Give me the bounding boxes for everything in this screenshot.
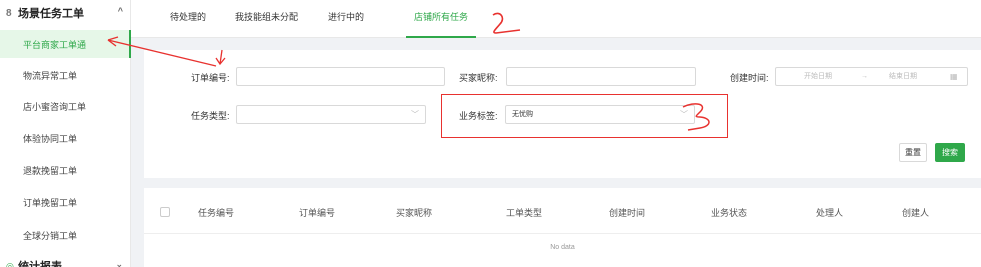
column-header: 任务编号 (198, 208, 235, 218)
biz-tag-select[interactable]: 无忧购 ﹀ (505, 105, 695, 124)
biz-tag-label: 业务标签: (459, 111, 498, 121)
tab-bar: 待处理的 我技能组未分配 进行中的 店铺所有任务 (131, 0, 981, 38)
column-header: 工单类型 (506, 208, 543, 218)
biz-tag-value: 无忧购 (512, 111, 533, 118)
sidebar-item-global-distribution[interactable]: 全球分销工单 (0, 221, 131, 249)
tab-unassigned[interactable]: 我技能组未分配 (235, 0, 298, 38)
table-header: 任务编号 订单编号 买家昵称 工单类型 创建时间 业务状态 处理人 创建人 (144, 188, 981, 234)
sidebar-item-label: 退款挽留工单 (23, 165, 78, 176)
sidebar-item-refund-retain[interactable]: 退款挽留工单 (0, 156, 131, 184)
date-range-picker[interactable]: 开始日期 → 结束日期 ▦ (775, 67, 968, 86)
sidebar-item-label: 订单挽留工单 (23, 197, 78, 208)
tab-pending[interactable]: 待处理的 (170, 0, 206, 38)
sidebar-item-label: 物流异常工单 (23, 70, 78, 81)
column-header: 创建时间 (609, 208, 646, 218)
chevron-down-icon: ⌄ (115, 259, 123, 267)
page: 8 场景任务工单 ^ 平台商家工单通 物流异常工单 店小蜜咨询工单 体验协同工单… (0, 0, 981, 267)
column-header: 业务状态 (711, 208, 748, 218)
chevron-up-icon: ^ (117, 6, 123, 16)
ticket-icon: 8 (6, 7, 12, 19)
reset-button[interactable]: 重置 (899, 143, 927, 162)
sidebar-item-label: 体验协同工单 (23, 133, 78, 144)
buyer-nick-input[interactable] (506, 67, 696, 86)
buyer-nick-label: 买家昵称: (459, 73, 498, 83)
chevron-down-icon: ﹀ (411, 110, 419, 119)
start-date-placeholder: 开始日期 (804, 73, 832, 80)
sidebar-group-reports[interactable]: ◎ 统计报表 ⌄ (0, 256, 131, 267)
column-header: 订单编号 (299, 208, 336, 218)
tab-in-progress[interactable]: 进行中的 (328, 0, 364, 38)
end-date-placeholder: 结束日期 (889, 73, 917, 80)
task-type-label: 任务类型: (191, 111, 230, 121)
sidebar-item-label: 全球分销工单 (23, 230, 78, 241)
sidebar-group-label: 场景任务工单 (18, 8, 84, 20)
sidebar-item-label: 店小蜜咨询工单 (23, 101, 87, 112)
order-no-label: 订单编号: (191, 73, 230, 83)
sidebar-item-label: 平台商家工单通 (23, 39, 87, 50)
empty-state-text: No data (550, 244, 575, 251)
calendar-icon: ▦ (950, 72, 958, 81)
sidebar-group-label: 统计报表 (18, 261, 62, 267)
search-button[interactable]: 搜索 (935, 143, 965, 162)
column-header: 买家昵称 (396, 208, 433, 218)
sidebar-item-platform-merchant[interactable]: 平台商家工单通 (0, 30, 131, 58)
column-header: 创建人 (902, 208, 930, 218)
filter-panel: 订单编号: 买家昵称: 创建时间: 开始日期 → 结束日期 ▦ 任务类型: ﹀ … (144, 50, 981, 178)
sidebar-item-dianxiaomi[interactable]: 店小蜜咨询工单 (0, 92, 131, 120)
column-header: 处理人 (816, 208, 844, 218)
tab-all-shop-tasks[interactable]: 店铺所有任务 (406, 0, 477, 38)
date-separator: → (861, 73, 868, 80)
select-all-checkbox[interactable] (160, 207, 170, 217)
sidebar-item-logistics[interactable]: 物流异常工单 (0, 61, 131, 89)
task-type-select[interactable]: ﹀ (236, 105, 426, 124)
sidebar-group-scene-tasks[interactable]: 8 场景任务工单 ^ (0, 0, 131, 26)
sidebar-item-experience[interactable]: 体验协同工单 (0, 124, 131, 152)
task-table: 任务编号 订单编号 买家昵称 工单类型 创建时间 业务状态 处理人 创建人 No… (144, 188, 981, 267)
sidebar: 8 场景任务工单 ^ 平台商家工单通 物流异常工单 店小蜜咨询工单 体验协同工单… (0, 0, 131, 267)
chart-icon: ◎ (6, 260, 14, 267)
order-no-input[interactable] (236, 67, 445, 86)
chevron-down-icon: ﹀ (680, 110, 688, 119)
created-time-label: 创建时间: (730, 73, 769, 83)
sidebar-item-order-retain[interactable]: 订单挽留工单 (0, 188, 131, 216)
